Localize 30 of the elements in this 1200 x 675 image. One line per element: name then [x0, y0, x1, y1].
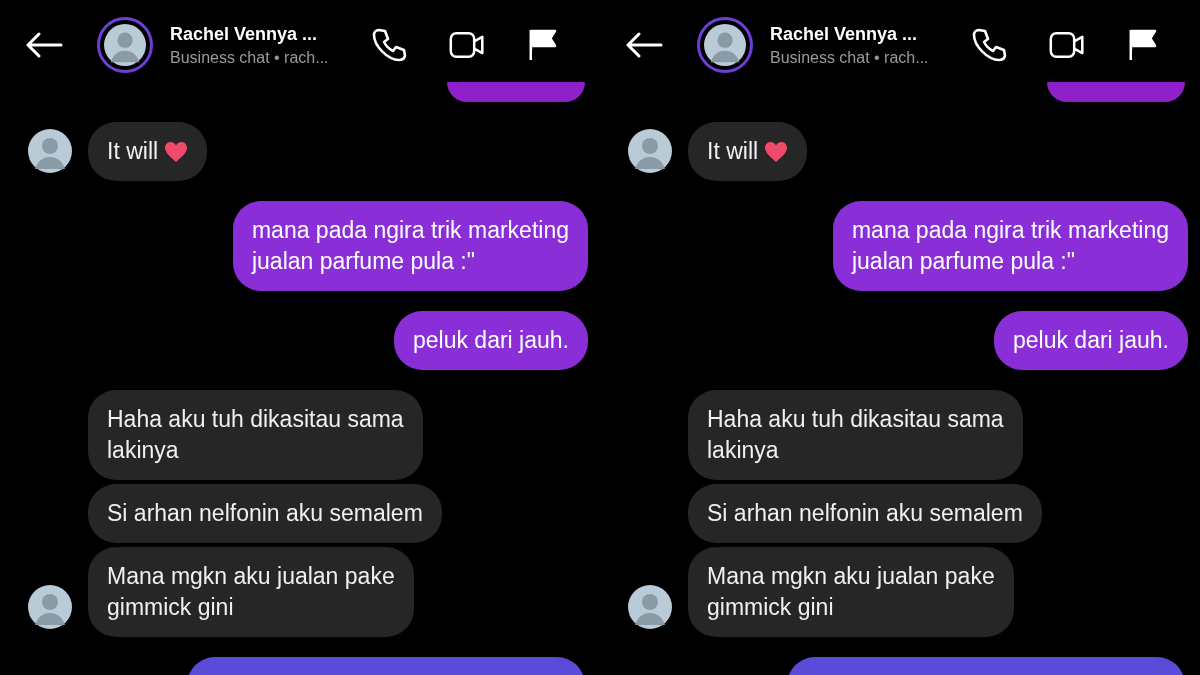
received-message: Mana mgkn aku jualan pake gimmick gini: [688, 547, 1014, 637]
received-message: It will: [688, 122, 808, 181]
heart-icon: [764, 140, 789, 163]
contact-subtitle: Business chat • rach...: [170, 48, 330, 67]
flag-icon[interactable]: [1127, 27, 1157, 63]
sent-message: peluk dari jauh.: [394, 311, 588, 370]
received-message: Si arhan nelfonin aku semalem: [688, 484, 1042, 543]
sent-message: mana pada ngira trik marketing jualan parfume pula :": [832, 201, 1188, 291]
contact-name: Rachel Vennya ...: [770, 23, 919, 45]
received-message: It will: [88, 122, 208, 181]
contact-subtitle: Business chat • rach...: [770, 48, 930, 67]
sent-message: peluk dari jauh.: [994, 311, 1188, 370]
contact-name: Rachel Vennya ...: [170, 23, 319, 45]
sender-avatar: [628, 585, 672, 629]
phone-icon[interactable]: [971, 27, 1007, 63]
profile-avatar[interactable]: [97, 17, 153, 73]
phone-icon[interactable]: [371, 27, 407, 63]
sender-avatar: [28, 585, 72, 629]
received-message: Haha aku tuh dikasitau sama lakinya: [688, 390, 1023, 480]
sender-avatar: [628, 129, 672, 173]
sent-message: mana pada ngira trik marketing jualan parfume pula :": [232, 201, 588, 291]
flag-icon[interactable]: [527, 27, 557, 63]
received-message: Si arhan nelfonin aku semalem: [88, 484, 442, 543]
received-message: Mana mgkn aku jualan pake gimmick gini: [88, 547, 414, 637]
back-arrow-icon[interactable]: [625, 32, 663, 58]
profile-avatar[interactable]: [697, 17, 753, 73]
back-arrow-icon[interactable]: [25, 32, 63, 58]
received-message: Haha aku tuh dikasitau sama lakinya: [88, 390, 423, 480]
sender-avatar: [28, 129, 72, 173]
heart-icon: [164, 140, 189, 163]
